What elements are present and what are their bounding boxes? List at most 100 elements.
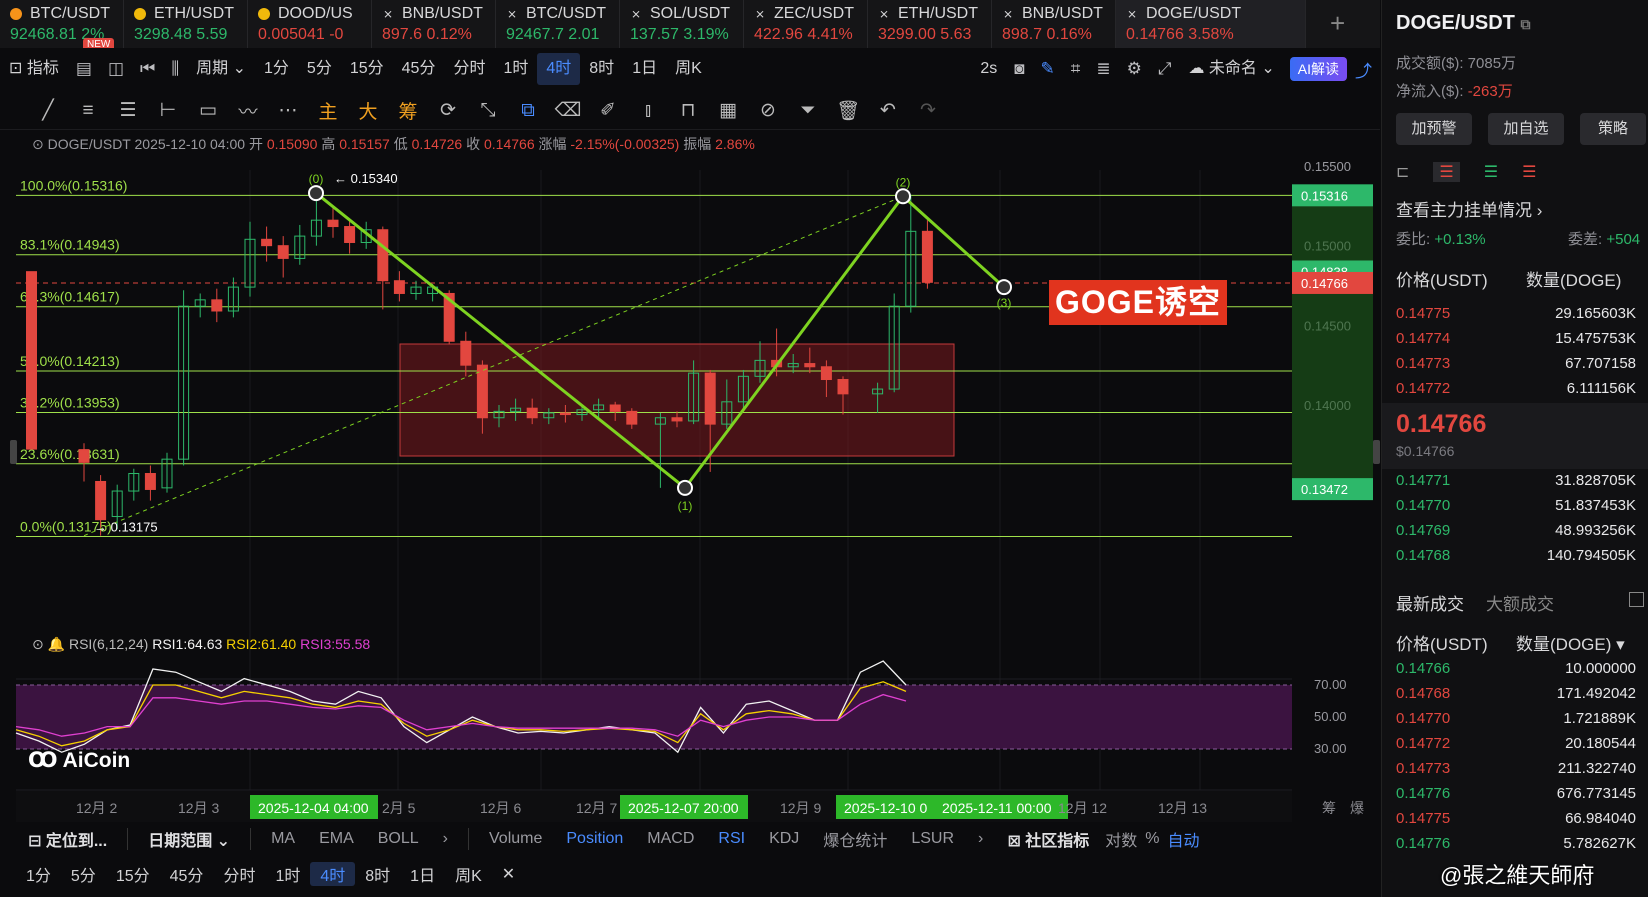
more-tools-icon[interactable]: ⋯ xyxy=(268,99,308,122)
parallel-lines-icon[interactable]: ≡ xyxy=(68,100,108,122)
period-option[interactable]: 周K xyxy=(445,862,492,886)
indicator-ema[interactable]: EMA xyxy=(307,830,366,848)
indicator-rsi[interactable]: RSI xyxy=(706,830,757,848)
calendar-icon[interactable]: ▤ xyxy=(68,59,100,79)
eraser-icon[interactable]: ⌫ xyxy=(548,99,588,122)
big-trades-tab[interactable]: 大额成交 xyxy=(1486,590,1554,615)
orderbook-row[interactable]: 0.14769 48.993256K xyxy=(1396,522,1636,547)
orderbook-row[interactable]: 0.14768 140.794505K xyxy=(1396,547,1636,572)
indicator-lsur[interactable]: LSUR xyxy=(899,830,966,848)
chip-button[interactable]: 筹 xyxy=(388,97,428,124)
interval-option[interactable]: 1分 xyxy=(255,53,298,85)
chevron-right-icon[interactable]: › xyxy=(431,830,460,848)
main-depth-link[interactable]: 查看主力挂单情况 › xyxy=(1396,196,1542,221)
ticker-tab[interactable]: ⨯ DOGE/USDT 0.14766 3.58% xyxy=(1116,0,1306,48)
period-option[interactable]: 45分 xyxy=(160,862,214,886)
percent-scale-toggle[interactable]: % xyxy=(1141,830,1163,848)
settings-icon[interactable]: ⚙ xyxy=(1119,59,1150,79)
orderbook-row[interactable]: 0.14772 6.111156K xyxy=(1396,380,1636,405)
depth-view-icon[interactable]: ⊏ xyxy=(1396,162,1409,182)
interval-option[interactable]: 5分 xyxy=(298,53,341,85)
sync-icon[interactable]: ⟳ xyxy=(428,99,468,122)
indicator-ma[interactable]: MA xyxy=(259,830,307,848)
indicator-volume[interactable]: Volume xyxy=(477,830,554,848)
horizontal-ray-icon[interactable]: ⊢ xyxy=(148,99,188,122)
orderbook-row[interactable]: 0.14773 67.707158 xyxy=(1396,355,1636,380)
add-watchlist-button[interactable]: 加自选 xyxy=(1488,113,1564,145)
indicator-position[interactable]: Position xyxy=(554,830,635,848)
chevron-right-icon[interactable]: › xyxy=(966,830,995,848)
list-icon[interactable]: ≣ xyxy=(1088,59,1118,79)
layout-icon[interactable]: ◫ xyxy=(100,59,132,79)
ticker-tab[interactable]: ⨯ BTC/USDT 92467.7 2.01 xyxy=(496,0,620,48)
fullscreen-icon[interactable]: ⤢ xyxy=(1150,59,1180,79)
log-scale-toggle[interactable]: 对数 xyxy=(1101,827,1141,851)
indicators-button[interactable]: ⊡ 指标 xyxy=(0,53,68,85)
strategy-button[interactable]: 策略 xyxy=(1580,113,1646,145)
both-view-icon[interactable]: ☰ xyxy=(1433,162,1460,182)
period-option[interactable]: 4时 xyxy=(310,862,356,886)
interval-option[interactable]: 周K xyxy=(666,53,711,85)
orderbook-row[interactable]: 0.14775 29.165603K xyxy=(1396,305,1636,330)
measure-icon[interactable]: ⤡ xyxy=(468,100,508,122)
filter-icon[interactable]: ⏷ xyxy=(788,100,828,122)
note-icon[interactable]: ▦ xyxy=(708,99,748,122)
undo-icon[interactable]: ↶ xyxy=(868,99,908,122)
period-option[interactable]: 1时 xyxy=(265,862,310,886)
orderbook-row[interactable]: 0.14774 15.475753K xyxy=(1396,330,1636,355)
interval-option[interactable]: 1日 xyxy=(623,53,666,85)
candle-type-icon[interactable]: ⫼ xyxy=(163,59,187,79)
interval-option[interactable]: 8时 xyxy=(580,53,623,85)
period-dropdown[interactable]: 周期 ⌄ xyxy=(187,53,255,85)
indicator-kdj[interactable]: KDJ xyxy=(757,830,811,848)
community-indicators-button[interactable]: ⊠ 社区指标 xyxy=(995,827,1101,851)
period-option[interactable]: 分时 xyxy=(213,862,265,886)
copy-icon[interactable]: ⧉ xyxy=(1520,16,1530,32)
main-force-button[interactable]: 主 xyxy=(308,97,348,124)
interval-option[interactable]: 4时 xyxy=(537,53,581,85)
bids-view-icon[interactable]: ☰ xyxy=(1484,162,1498,182)
brush-icon[interactable]: ✐ xyxy=(588,99,628,122)
trash-icon[interactable]: 🗑 xyxy=(828,99,868,123)
collapse-icon[interactable]: ⊙ xyxy=(32,636,44,652)
indicator-boll[interactable]: BOLL xyxy=(366,830,431,848)
ticker-tab[interactable]: ⨯ ETH/USDT 3299.00 5.63 xyxy=(868,0,992,48)
asks-view-icon[interactable]: ☰ xyxy=(1522,162,1536,182)
period-option[interactable]: 15分 xyxy=(106,862,160,886)
ticker-tab[interactable]: ETH/USDT 3298.48 5.59 xyxy=(124,0,248,48)
add-alert-button[interactable]: 加预警 xyxy=(1396,113,1472,145)
close-icon[interactable]: ✕ xyxy=(492,864,525,884)
crop-icon[interactable]: ⌗ xyxy=(1063,59,1089,79)
pencil-icon[interactable]: ✎ xyxy=(1033,59,1063,79)
refresh-rate[interactable]: 2s xyxy=(971,53,1006,85)
period-option[interactable]: 1分 xyxy=(16,862,61,886)
share-icon[interactable]: ⤴ xyxy=(1347,57,1380,82)
replay-icon[interactable]: ⏮ xyxy=(132,59,163,79)
ticker-tab[interactable]: ⨯ SOL/USDT 137.57 3.19% xyxy=(620,0,744,48)
camera-icon[interactable]: ◙ xyxy=(1006,59,1032,79)
ticker-tab[interactable]: BTC/USDT 92468.81 2% NEW xyxy=(0,0,124,48)
interval-option[interactable]: 1时 xyxy=(494,53,537,85)
layout-name-dropdown[interactable]: ☁ 未命名 ⌄ xyxy=(1179,53,1283,85)
redo-icon[interactable]: ↷ xyxy=(908,99,948,122)
trades-col-qty[interactable]: 数量(DOGE) ▾ xyxy=(1516,630,1625,655)
bell-icon[interactable]: 🔔 xyxy=(48,636,65,652)
filter-checkbox[interactable] xyxy=(1629,592,1644,607)
orderbook-row[interactable]: 0.14771 31.828705K xyxy=(1396,472,1636,497)
collapse-icon[interactable]: ⊙ xyxy=(32,136,44,152)
date-range-dropdown[interactable]: 日期范围 ⌄ xyxy=(136,827,242,851)
ticker-tab[interactable]: ⨯ BNB/USDT 898.7 0.16% xyxy=(992,0,1116,48)
period-option[interactable]: 5分 xyxy=(61,862,106,886)
lock-icon[interactable]: ⊓ xyxy=(668,99,708,122)
big-order-button[interactable]: 大 xyxy=(348,97,388,124)
horizontal-lines-icon[interactable]: ☰ xyxy=(108,99,148,122)
latest-trades-tab[interactable]: 最新成交 xyxy=(1396,590,1464,615)
link-icon[interactable]: ⊘ xyxy=(748,99,788,122)
ai-interpret-button[interactable]: AI解读 xyxy=(1289,57,1347,81)
add-tab-icon[interactable]: + xyxy=(1330,8,1345,39)
ticker-tab[interactable]: ⨯ ZEC/USDT 422.96 4.41% xyxy=(744,0,868,48)
interval-option[interactable]: 分时 xyxy=(444,53,494,85)
interval-option[interactable]: 15分 xyxy=(341,53,393,85)
ticker-tab[interactable]: ⨯ BNB/USDT 897.6 0.12% xyxy=(372,0,496,48)
wave-icon[interactable]: 〰 xyxy=(228,97,268,124)
